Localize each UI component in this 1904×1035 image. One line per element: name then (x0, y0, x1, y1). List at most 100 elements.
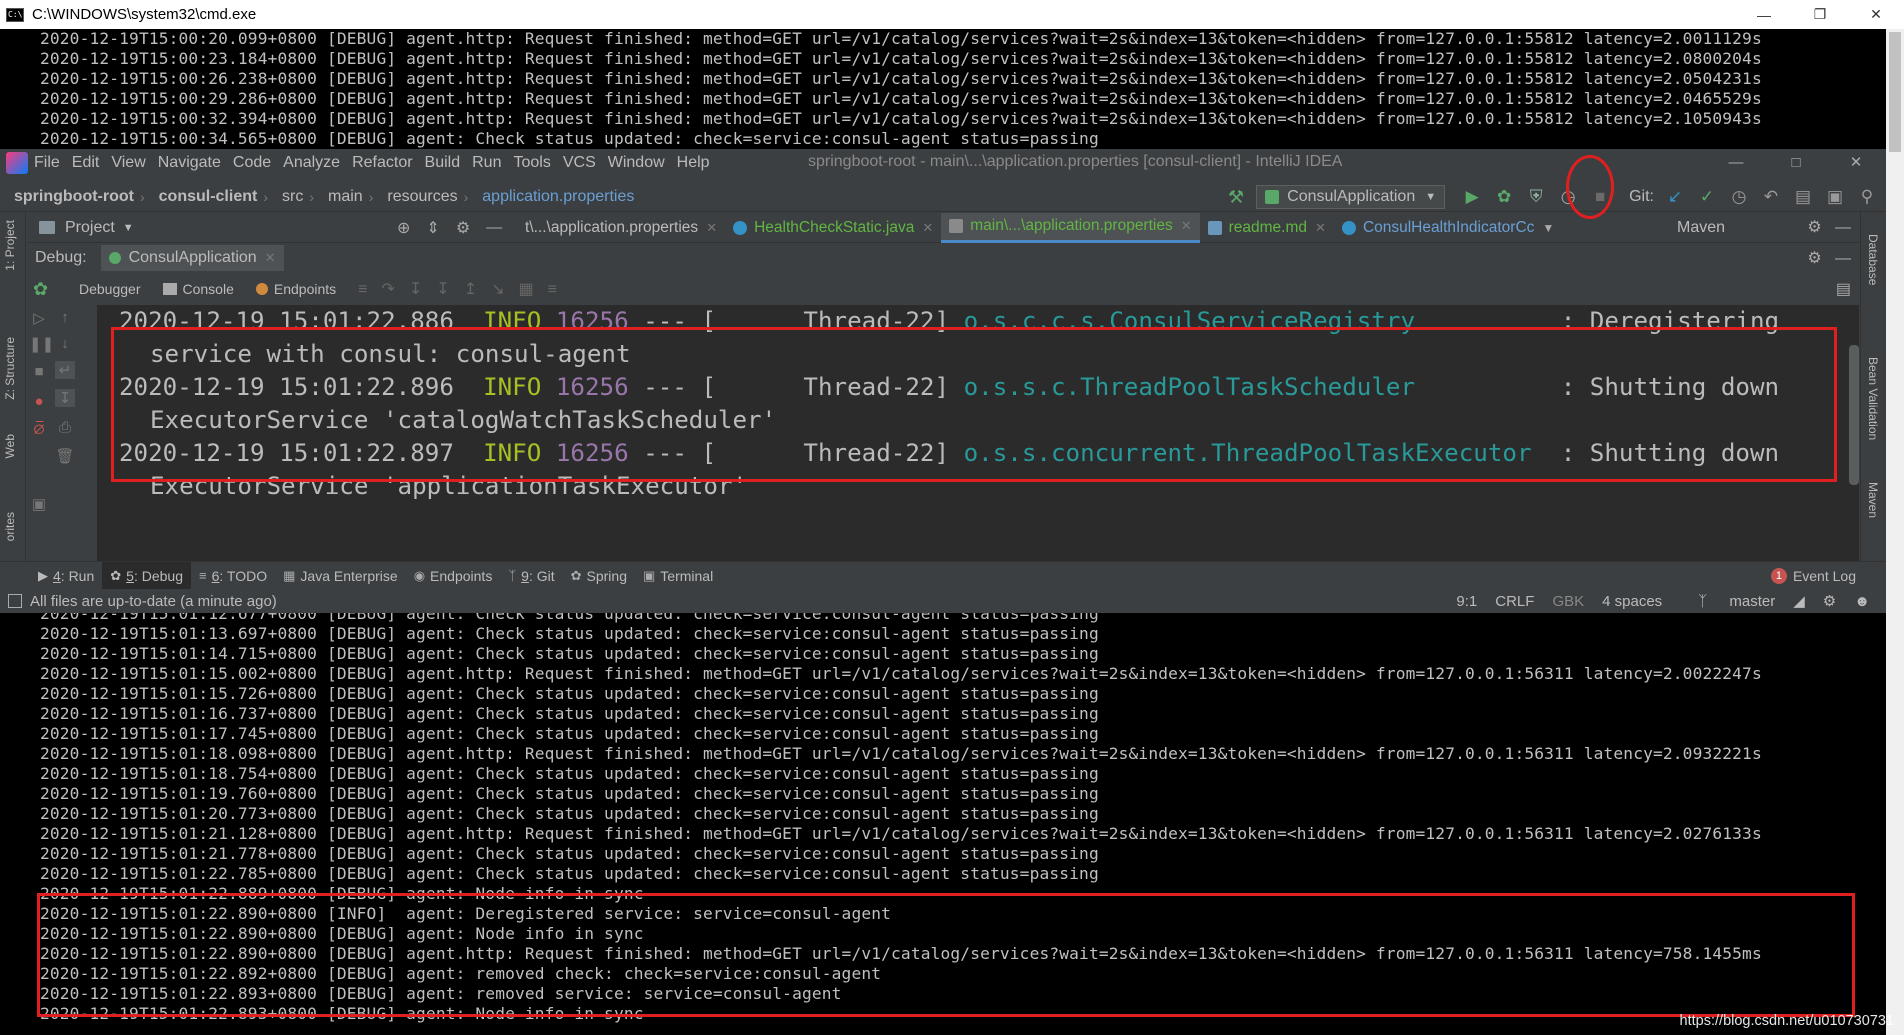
menu-code[interactable]: Code (233, 154, 271, 172)
line-separator[interactable]: CRLF (1495, 593, 1534, 610)
tab-debugger[interactable]: Debugger (79, 281, 141, 297)
project-structure-icon[interactable]: ▤ (1790, 184, 1816, 210)
menu-tools[interactable]: Tools (513, 154, 550, 172)
memory-indicator-icon[interactable]: ☻ (1854, 593, 1870, 610)
camera-icon[interactable]: ▣ (29, 495, 49, 513)
tool-tab-debug[interactable]: ✿ 5: Debug (102, 561, 192, 590)
menu-window[interactable]: Window (608, 154, 665, 172)
editor-tab-healthcheckstatic[interactable]: HealthCheckStatic.java ✕ (725, 213, 941, 243)
breadcrumb-file[interactable]: application.properties (482, 188, 634, 206)
editor-tab-readme[interactable]: readme.md ✕ (1200, 213, 1334, 243)
tool-tab-bean-validation[interactable]: Bean Validation (1866, 357, 1880, 440)
menu-help[interactable]: Help (677, 154, 710, 172)
breadcrumb-main[interactable]: main (328, 188, 363, 206)
locate-target-icon[interactable]: ⊕ (397, 218, 410, 238)
mute-breakpoints-icon[interactable]: ⦱ (29, 421, 49, 438)
tool-tab-favorites[interactable]: orites (3, 512, 17, 541)
scroll-down-icon[interactable]: ↓ (55, 335, 75, 352)
close-tab-icon[interactable]: ✕ (706, 220, 717, 236)
presentation-icon[interactable]: ▣ (1822, 184, 1848, 210)
breadcrumb-src[interactable]: src (282, 188, 303, 206)
menu-analyze[interactable]: Analyze (283, 154, 340, 172)
git-history-icon[interactable]: ◷ (1726, 184, 1752, 210)
debug-bug-icon[interactable]: ✿ (33, 280, 51, 298)
collapse-icon[interactable]: ⇕ (426, 218, 439, 238)
toggle-tool-windows-icon[interactable] (8, 594, 22, 608)
layout-icon[interactable]: ▤ (1836, 279, 1851, 299)
build-hammer-icon[interactable]: ⚒ (1228, 187, 1244, 208)
tool-tab-todo[interactable]: ≡ 6: TODO (191, 562, 275, 590)
menu-run[interactable]: Run (472, 154, 501, 172)
git-commit-check-icon[interactable]: ✓ (1694, 184, 1720, 210)
menu-build[interactable]: Build (425, 154, 461, 172)
run-icon[interactable]: ▶ (1459, 184, 1485, 210)
tab-endpoints[interactable]: Endpoints (255, 281, 336, 297)
menu-refactor[interactable]: Refactor (352, 154, 412, 172)
debug-session-tab[interactable]: ConsulApplication ✕ (100, 245, 284, 271)
git-branch-widget[interactable]: ᛉ master (1680, 593, 1775, 610)
git-update-icon[interactable]: ↙ (1662, 184, 1688, 210)
tab-console[interactable]: Console (162, 281, 234, 297)
tool-tab-java-enterprise[interactable]: ▦ Java Enterprise (275, 562, 406, 590)
print-icon[interactable]: ⎙ (55, 419, 75, 436)
close-tab-icon[interactable]: ✕ (1181, 218, 1192, 234)
menu-edit[interactable]: Edit (72, 154, 100, 172)
stop-icon[interactable]: ■ (29, 363, 49, 380)
tool-tab-run[interactable]: ▶ 4: Run (30, 562, 102, 590)
debug-bug-icon[interactable]: ✿ (1491, 184, 1517, 210)
tool-tab-spring[interactable]: ✿ Spring (563, 562, 635, 590)
caret-position[interactable]: 9:1 (1456, 593, 1477, 610)
tool-tab-maven[interactable]: Maven (1866, 482, 1880, 518)
gear-icon[interactable]: ⚙ (1807, 219, 1821, 236)
coverage-icon[interactable]: ⛨ (1523, 184, 1549, 210)
project-view-select[interactable]: Project ▼ (27, 219, 397, 237)
breadcrumb-resources[interactable]: resources (387, 188, 457, 206)
close-tab-icon[interactable]: ✕ (1315, 220, 1326, 236)
minimize-icon[interactable]: — (1736, 0, 1792, 29)
tool-tab-database[interactable]: Database (1866, 234, 1880, 285)
menu-navigate[interactable]: Navigate (158, 154, 221, 172)
breakpoints-icon[interactable]: ● (29, 393, 49, 410)
maximize-icon[interactable]: □ (1766, 149, 1826, 177)
search-icon[interactable]: ⚲ (1854, 184, 1880, 210)
restore-icon[interactable]: ❐ (1792, 0, 1848, 29)
menu-vcs[interactable]: VCS (563, 154, 596, 172)
scroll-to-end-icon[interactable]: ↧ (55, 389, 75, 407)
tool-tab-web[interactable]: Web (3, 434, 17, 458)
menu-file[interactable]: File (34, 154, 60, 172)
lock-icon[interactable]: ◢ (1793, 592, 1805, 610)
editor-tab-consulhealthindicator[interactable]: ConsulHealthIndicatorCc ▼ (1334, 213, 1562, 243)
event-log-button[interactable]: 1 Event Log (1770, 567, 1856, 584)
gear-icon[interactable]: ⚙ (1807, 250, 1821, 267)
editor-tab-properties-t[interactable]: t\...\application.properties ✕ (517, 213, 725, 243)
close-tab-icon[interactable]: ✕ (922, 220, 933, 236)
git-rollback-icon[interactable]: ↶ (1758, 184, 1784, 210)
chevron-down-icon[interactable]: ▼ (1542, 221, 1554, 235)
pause-icon[interactable]: ❚❚ (29, 335, 54, 353)
minimize-icon[interactable]: — (1706, 149, 1766, 177)
gear-icon[interactable]: ⚙ (456, 218, 470, 238)
menu-view[interactable]: View (111, 154, 145, 172)
cmd-scrollbar-thumb[interactable] (1889, 32, 1901, 152)
console-scrollbar[interactable] (1849, 345, 1859, 485)
breadcrumb-module[interactable]: consul-client (159, 188, 258, 206)
cmd-scrollbar[interactable] (1886, 29, 1904, 1035)
close-icon[interactable]: ✕ (1848, 0, 1904, 29)
close-tab-icon[interactable]: ✕ (265, 250, 276, 266)
hide-icon[interactable]: — (486, 219, 502, 237)
tool-tab-endpoints[interactable]: ◉ Endpoints (406, 562, 501, 590)
inspector-icon[interactable]: ⚙ (1823, 592, 1836, 610)
file-encoding[interactable]: GBK (1552, 593, 1584, 610)
breadcrumb-project[interactable]: springboot-root (14, 188, 134, 206)
trash-icon[interactable]: 🗑 (55, 447, 75, 465)
hide-icon[interactable]: — (1835, 219, 1851, 236)
tool-tab-project[interactable]: 1: Project (3, 220, 17, 271)
indent-setting[interactable]: 4 spaces (1602, 593, 1662, 610)
tool-tab-git[interactable]: ᛉ 9: Git (500, 562, 562, 590)
hide-icon[interactable]: — (1835, 250, 1851, 267)
close-icon[interactable]: ✕ (1826, 149, 1886, 177)
tool-tab-structure[interactable]: Z: Structure (3, 337, 17, 400)
soft-wrap-icon[interactable]: ↵ (55, 361, 75, 379)
run-configuration-select[interactable]: ConsulApplication ▼ (1256, 185, 1446, 209)
tool-tab-terminal[interactable]: ▣ Terminal (635, 562, 721, 590)
